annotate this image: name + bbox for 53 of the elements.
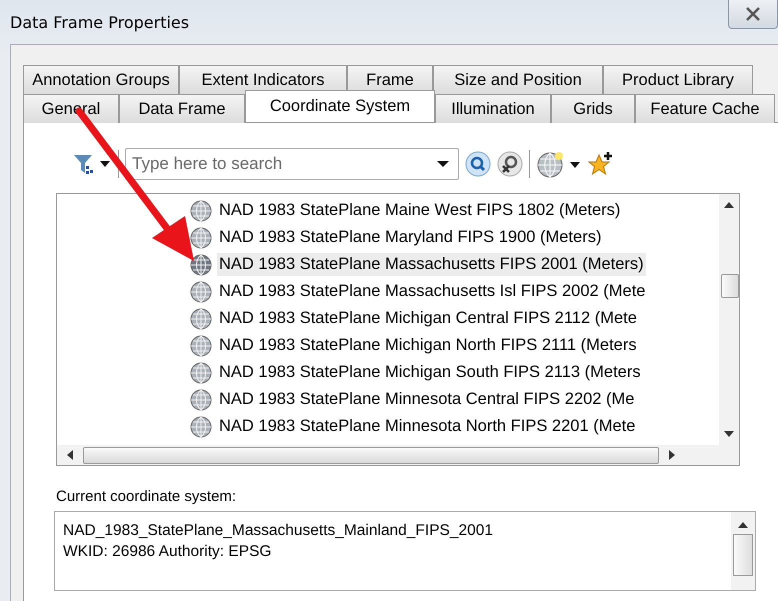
- filter-button[interactable]: [72, 152, 112, 176]
- globe-icon: [190, 388, 212, 410]
- tab[interactable]: Extent Indicators: [179, 65, 347, 94]
- search-field[interactable]: Type here to search: [125, 148, 459, 180]
- add-favorite-button[interactable]: [588, 151, 614, 177]
- globe-icon: [190, 280, 212, 302]
- current-system-text: WKID: 26986 Authority: EPSG: [63, 542, 272, 562]
- globe-icon: [190, 254, 212, 276]
- globe-icon: [190, 416, 212, 438]
- globe-icon: [190, 308, 212, 330]
- add-globe-button[interactable]: [536, 150, 582, 178]
- scroll-down-icon: [724, 431, 734, 437]
- scroll-thumb[interactable]: [721, 274, 739, 298]
- filter-icon: [72, 152, 112, 176]
- dropdown-caret-icon[interactable]: [437, 160, 449, 168]
- tab[interactable]: Annotation Groups: [23, 65, 179, 94]
- vertical-scrollbar[interactable]: [719, 194, 739, 445]
- close-icon: [745, 6, 761, 20]
- tab[interactable]: Size and Position: [433, 65, 603, 94]
- globe-icon: [190, 226, 212, 248]
- scroll-up-icon: [738, 522, 748, 528]
- vertical-scrollbar[interactable]: [731, 512, 755, 590]
- list-item[interactable]: NAD 1983 StatePlane Maine West FIPS 1802 (Meters): [190, 197, 719, 224]
- list-item[interactable]: NAD 1983 StatePlane Maryland FIPS 1900 (Meters): [190, 224, 719, 251]
- list-item[interactable]: NAD 1983 StatePlane Michigan North FIPS 2111 (Meters: [190, 332, 719, 359]
- star-plus-icon: [588, 151, 614, 177]
- scroll-up-icon: [724, 202, 734, 208]
- tab[interactable]: Coordinate System: [245, 90, 435, 122]
- horizontal-scrollbar[interactable]: [57, 445, 739, 465]
- globe-icon: [190, 362, 212, 384]
- scroll-right-icon: [669, 450, 675, 460]
- scroll-thumb[interactable]: [733, 534, 753, 576]
- globe-dropdown-icon: [536, 150, 582, 178]
- list-item[interactable]: NAD 1983 StatePlane Michigan South FIPS 2113 (Meters: [190, 359, 719, 386]
- tab[interactable]: Illumination: [435, 94, 551, 123]
- window-title: Data Frame Properties: [10, 12, 190, 32]
- tab[interactable]: Data Frame: [119, 94, 245, 123]
- scroll-left-icon: [67, 450, 73, 460]
- list-item[interactable]: NAD 1983 StatePlane Minnesota North FIPS 2201 (Mete: [190, 413, 719, 440]
- globe-icon: [190, 334, 212, 356]
- list-item[interactable]: NAD 1983 StatePlane Minnesota Central FIPS 2202 (Me: [190, 386, 719, 413]
- list-item[interactable]: NAD 1983 StatePlane Massachusetts Isl FIPS 2002 (Mete: [190, 278, 719, 305]
- current-system-text: NAD_1983_StatePlane_Massachusetts_Mainland_FIPS_2001: [63, 521, 494, 541]
- tab[interactable]: Product Library: [603, 65, 753, 94]
- search-button[interactable]: [465, 151, 491, 177]
- close-button[interactable]: [728, 0, 778, 29]
- tab[interactable]: Grids: [551, 94, 635, 123]
- current-system-label: Current coordinate system:: [56, 488, 238, 505]
- tab[interactable]: Feature Cache: [635, 94, 775, 123]
- search-icon: [465, 151, 491, 177]
- list-item[interactable]: NAD 1983 StatePlane Michigan Central FIPS 2112 (Mete: [190, 305, 719, 332]
- globe-icon: [190, 200, 212, 222]
- scroll-thumb[interactable]: [83, 446, 659, 464]
